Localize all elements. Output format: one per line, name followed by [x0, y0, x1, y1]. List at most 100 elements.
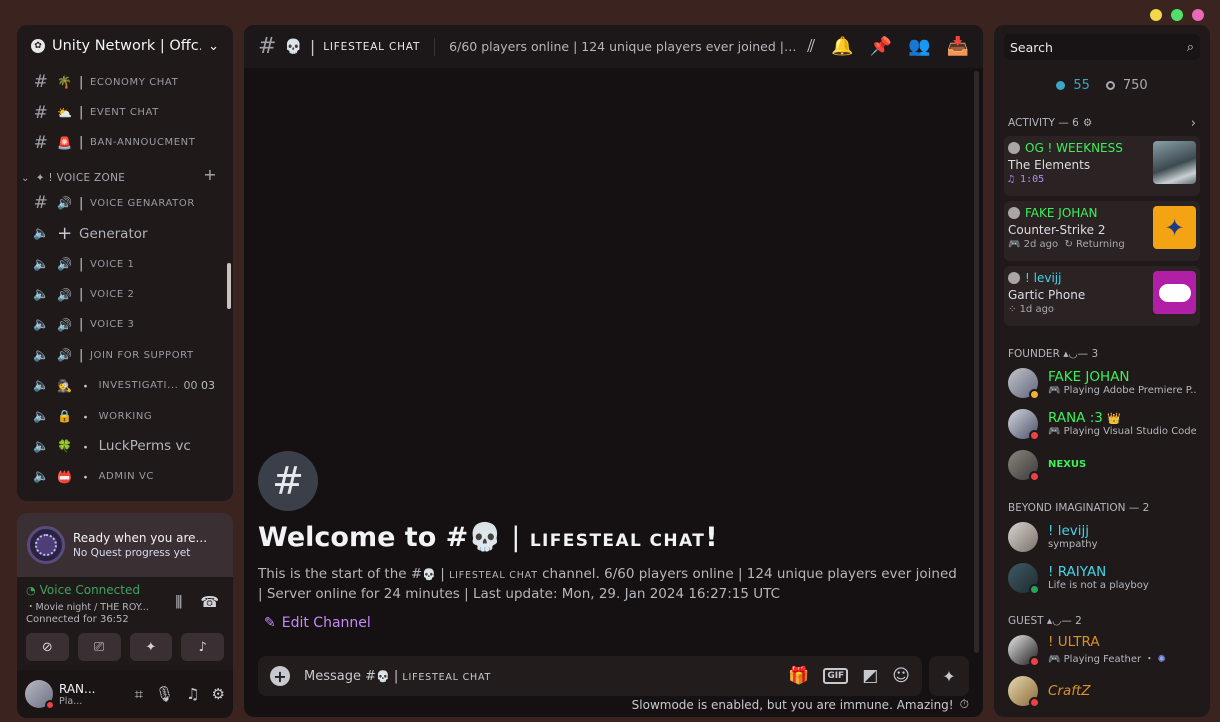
channel-separator: |	[79, 287, 84, 303]
member-item[interactable]: ! RAIYAN Life is not a playboy	[994, 557, 1210, 598]
microphone-icon[interactable]: 🎙	[155, 685, 174, 703]
disconnect-icon[interactable]: ☎	[200, 593, 219, 611]
speaker-emoji: 🔊	[57, 317, 73, 332]
slowmode-notice: Slowmode is enabled, but you are immune.…	[631, 697, 969, 712]
gift-icon[interactable]: 🎁	[788, 666, 809, 686]
add-channel-icon[interactable]: +	[203, 165, 217, 184]
speaker-emoji: 🔊	[57, 348, 73, 363]
soundboard-button[interactable]: ♪	[181, 633, 224, 661]
channel-label: ADMIN VC	[98, 471, 155, 483]
channel-admin-vc[interactable]: 🔈 📛 ・ ADMIN VC	[17, 462, 233, 492]
channel-working[interactable]: 🔈 🔒 ・ WORKING	[17, 401, 233, 431]
upload-plus-button[interactable]: +	[270, 666, 290, 686]
speaker-icon: 🔈	[33, 287, 50, 303]
member-item[interactable]: ! ULTRA 🎮 Playing Feather ・ ✺	[994, 629, 1210, 670]
activity-thumbnail	[1153, 271, 1196, 314]
member-item[interactable]: CraftZ	[994, 670, 1210, 711]
hash-icon: #	[258, 451, 318, 511]
channel-topic[interactable]: 6/60 players online | 124 unique players…	[449, 39, 799, 54]
emoji-icon[interactable]: ☺	[892, 666, 910, 686]
inbox-icon[interactable]: 📥	[947, 36, 969, 57]
member-name: NEXUS	[1048, 459, 1087, 470]
noise-suppression-icon[interactable]: ⫼	[175, 593, 182, 611]
avatar	[1008, 367, 1040, 400]
members-icon[interactable]: 👥	[908, 36, 930, 57]
activity-thumbnail: ✦	[1153, 206, 1196, 249]
gear-icon[interactable]: ⚙	[212, 685, 225, 703]
camera-off-button[interactable]: ⊘	[26, 633, 69, 661]
member-name: CraftZ	[1048, 682, 1091, 699]
chevron-right-icon[interactable]: ›	[1191, 116, 1196, 131]
message-input[interactable]: Message #💀 | LIFESTEAL CHAT	[304, 669, 491, 684]
speaker-icon: 🔈	[33, 226, 50, 242]
search-input[interactable]: Search ⌕	[1004, 34, 1200, 60]
gear-icon[interactable]: ⚙	[1083, 117, 1092, 129]
server-name: Unity Network | Offc...	[52, 38, 202, 54]
sticker-icon[interactable]: ◩	[862, 666, 878, 686]
headphones-icon[interactable]: ♫	[186, 685, 199, 703]
channel-separator: |	[79, 317, 84, 333]
edit-channel-button[interactable]: ✎ Edit Channel	[258, 615, 958, 631]
hash-icon: #	[33, 132, 49, 153]
avatar[interactable]	[25, 680, 55, 710]
channel-investigation[interactable]: 🔈 🕵 ・ INVESTIGATI... 00 03	[17, 371, 233, 401]
activity-card[interactable]: ! levijj Gartic Phone ⁘ 1d ago	[1004, 266, 1200, 326]
gif-button[interactable]: GIF	[823, 668, 849, 684]
activity-card[interactable]: OG ! WEEKNESS The Elements ♫ 1:05	[1004, 136, 1200, 196]
window-dot-close[interactable]	[1192, 9, 1204, 21]
sidebar-scrollbar[interactable]	[227, 263, 231, 309]
member-status: 🎮 Playing Visual Studio Code	[1048, 426, 1196, 437]
speaker-locked-icon: 🔈	[33, 469, 50, 485]
server-header[interactable]: ✿ Unity Network | Offc... ⌄	[17, 25, 233, 67]
activity-section-title[interactable]: ACTIVITY — 6 ⚙ ›	[994, 115, 1210, 131]
screen-share-button[interactable]: ⎚	[77, 633, 121, 661]
channel-economy-chat[interactable]: # 🌴 | ECONOMY CHAT	[17, 67, 233, 97]
chat-scrollbar[interactable]	[974, 71, 979, 653]
activity-game: Counter-Strike 2	[1008, 223, 1106, 237]
channel-separator: |	[79, 74, 84, 90]
channel-separator: |	[79, 105, 84, 121]
member-status: Life is not a playboy	[1048, 580, 1149, 591]
hash-icon: #	[33, 102, 49, 123]
window-dot-minimize[interactable]	[1150, 9, 1162, 21]
window-controls	[1150, 9, 1204, 21]
channel-voice-3[interactable]: 🔈 🔊 | VOICE 3	[17, 310, 233, 340]
member-item[interactable]: ! levijj sympathy	[994, 516, 1210, 557]
member-item[interactable]: FAKE JOHAN 🎮 Playing Adobe Premiere P...	[994, 362, 1210, 403]
member-name: RANA :3 👑	[1048, 410, 1121, 426]
feather-icon: ✺	[1157, 654, 1166, 665]
user-count-badge: 00 03	[183, 379, 216, 393]
apps-button[interactable]: ✦	[929, 656, 969, 696]
channel-separator: |	[79, 347, 84, 363]
activity-game: The Elements	[1008, 158, 1091, 172]
speaker-icon: 🔈	[33, 256, 50, 272]
channel-ban-annoucment[interactable]: # 🚨 | BAN-ANNOUCMENT	[17, 128, 233, 158]
channel-luckperms-vc[interactable]: 🔈 🍀 ・ LuckPerms vc	[17, 431, 233, 461]
gamepad-icon[interactable]: ⌗	[135, 685, 143, 703]
pin-icon[interactable]: 📌	[870, 36, 892, 57]
account-name[interactable]: RAN...	[59, 682, 95, 696]
category-voice-zone[interactable]: ⌄ ✦ ! VOICE ZONE +	[17, 158, 233, 188]
channel-join-for-support[interactable]: 🔈 🔊 | JOIN FOR SUPPORT	[17, 340, 233, 370]
chevron-down-icon[interactable]: ⌄	[208, 39, 219, 54]
avatar	[1008, 562, 1040, 595]
member-item[interactable]: NEXUS	[994, 444, 1210, 485]
message-composer[interactable]: + Message #💀 | LIFESTEAL CHAT 🎁 GIF ◩ ☺	[258, 656, 922, 696]
channel-voice-genarator[interactable]: # 🔊 | VOICE GENARATOR	[17, 188, 233, 218]
channel-label: VOICE 2	[89, 289, 135, 301]
window-dot-maximize[interactable]	[1171, 9, 1183, 21]
activities-button[interactable]: ✦	[129, 633, 173, 661]
online-count: 55	[1073, 78, 1090, 93]
hash-icon: #	[258, 34, 277, 59]
activity-card[interactable]: FAKE JOHAN Counter-Strike 2 🎮 2d ago ↻ R…	[1004, 201, 1200, 261]
channel-voice-2[interactable]: 🔈 🔊 | VOICE 2	[17, 279, 233, 309]
member-item[interactable]: RANA :3 👑 🎮 Playing Visual Studio Code	[994, 403, 1210, 444]
channel-event-chat[interactable]: # ⛅ | EVENT CHAT	[17, 97, 233, 127]
bell-icon[interactable]: 🔔	[831, 36, 853, 57]
threads-icon[interactable]: ⫽	[807, 36, 815, 57]
detective-emoji: 🕵	[57, 378, 73, 393]
channel-voice-1[interactable]: 🔈 🔊 | VOICE 1	[17, 249, 233, 279]
channel-generator[interactable]: 🔈 + Generator	[17, 219, 233, 249]
quest-banner[interactable]: Ready when you are... No Quest progress …	[17, 513, 233, 577]
channel-label: VOICE 1	[89, 258, 135, 270]
